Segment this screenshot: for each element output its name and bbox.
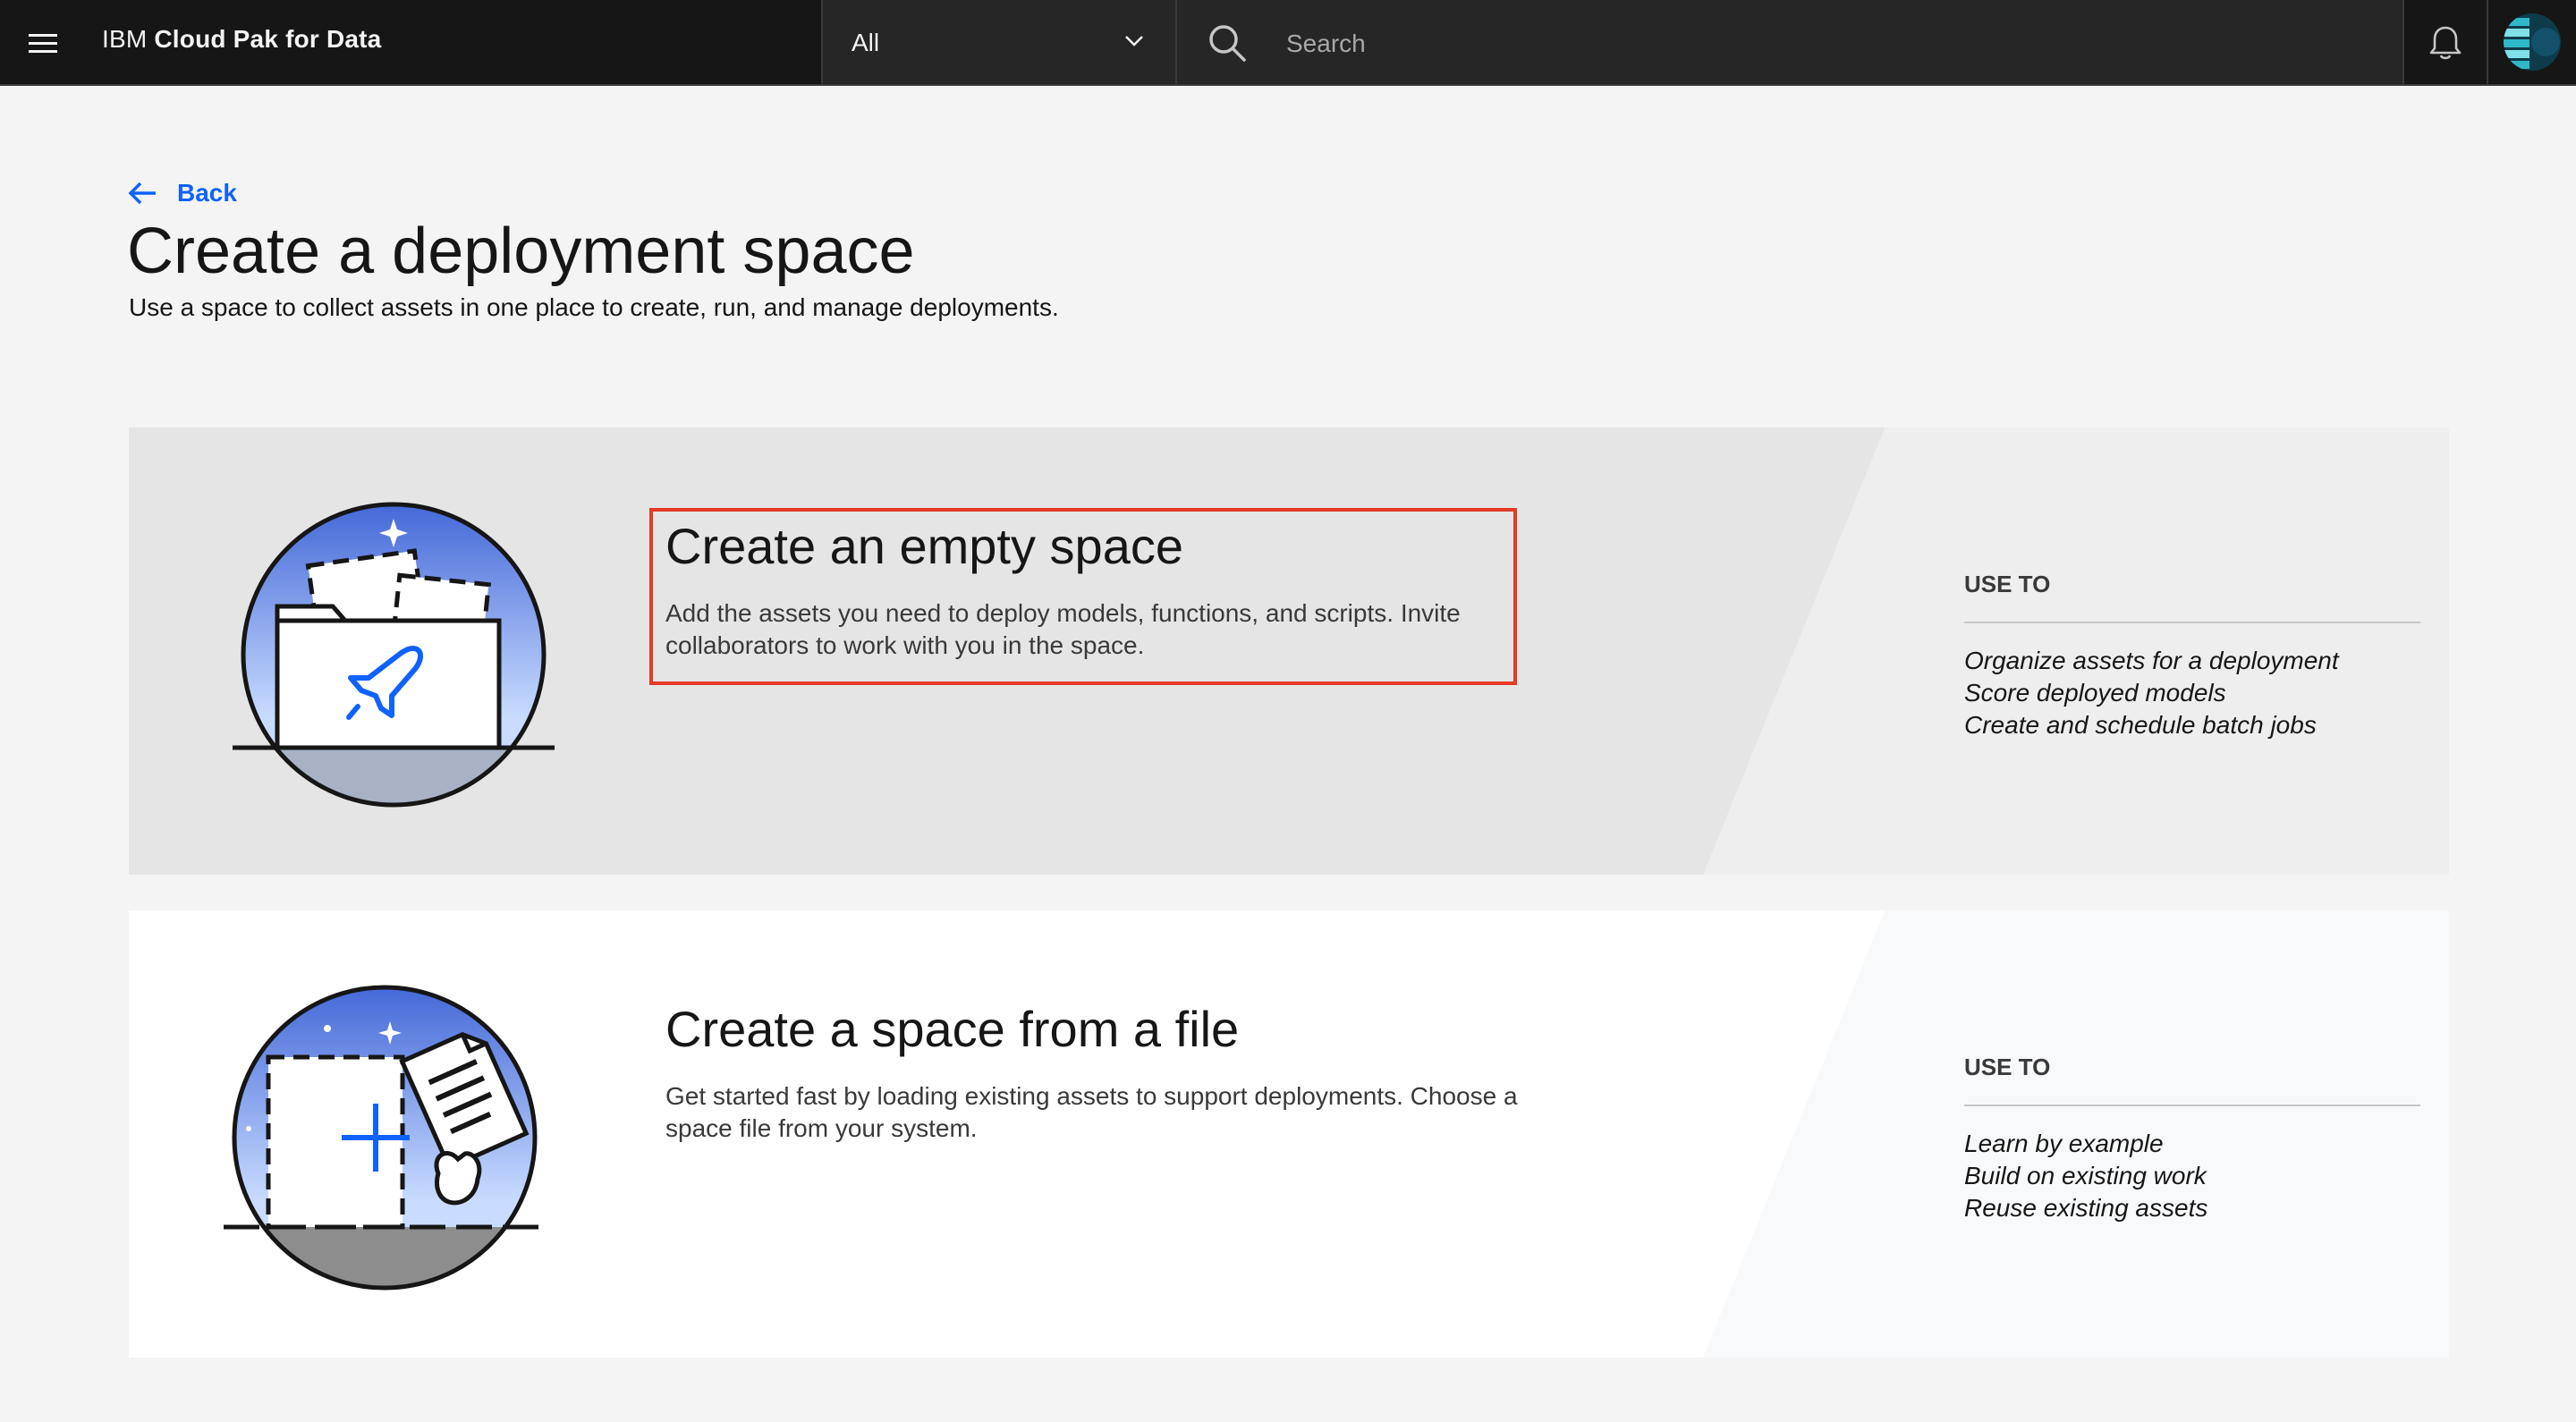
use-item: Learn by example [1964, 1130, 2164, 1157]
card-title: Create a space from a file [665, 1001, 1240, 1057]
card-create-space-from-file[interactable]: Create a space from a file Get started f… [129, 910, 2449, 1358]
brand-prefix: IBM [102, 25, 148, 53]
use-item: Create and schedule batch jobs [1964, 711, 2317, 739]
bell-icon [2429, 26, 2462, 60]
avatar [2504, 13, 2561, 71]
use-to-section: USE TO Learn by example Build on existin… [1964, 1054, 2420, 1224]
user-avatar-button[interactable] [2488, 0, 2576, 84]
use-to-header: USE TO [1964, 1054, 2420, 1106]
back-label: Back [177, 179, 237, 207]
card-description: Add the assets you need to deploy models… [665, 599, 1461, 659]
top-header: IBM Cloud Pak for Data All [0, 0, 2576, 86]
use-item: Reuse existing assets [1964, 1194, 2208, 1222]
use-to-section: USE TO Organize assets for a deployment … [1964, 571, 2420, 741]
notifications-button[interactable] [2402, 0, 2488, 84]
use-item: Score deployed models [1964, 679, 2226, 707]
card-title: Create an empty space [665, 518, 1183, 574]
product-name[interactable]: IBM Cloud Pak for Data [102, 25, 381, 54]
search-input[interactable] [1284, 23, 2361, 64]
brand-name: Cloud Pak for Data [154, 25, 382, 53]
folder-rocket-illustration-icon [233, 502, 555, 808]
use-to-header: USE TO [1964, 571, 2420, 623]
chevron-down-icon [1125, 36, 1143, 47]
use-item: Build on existing work [1964, 1162, 2207, 1189]
scope-dropdown-value: All [852, 29, 880, 56]
use-item: Organize assets for a deployment [1964, 647, 2339, 674]
file-upload-illustration-icon [224, 985, 546, 1291]
search-icon[interactable] [1206, 21, 1249, 64]
page-subtitle: Use a space to collect assets in one pla… [129, 293, 1059, 321]
page-title: Create a deployment space [127, 216, 915, 287]
scope-dropdown[interactable]: All [821, 0, 1177, 84]
back-link[interactable]: Back [127, 179, 237, 207]
arrow-left-icon [128, 182, 156, 205]
hamburger-menu-icon[interactable] [20, 20, 66, 66]
card-create-empty-space[interactable]: Create an empty space Add the assets you… [129, 427, 2449, 875]
card-description: Get started fast by loading existing ass… [665, 1082, 1518, 1142]
